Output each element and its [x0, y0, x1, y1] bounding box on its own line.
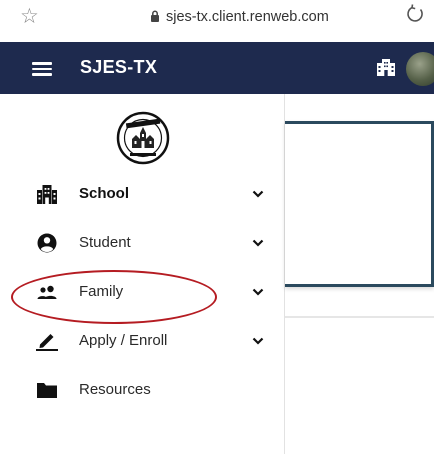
school-logo	[116, 111, 170, 165]
url-text: sjes-tx.client.renweb.com	[166, 9, 329, 25]
school-building-icon[interactable]	[376, 58, 396, 76]
browser-url-bar: ☆ sjes-tx.client.renweb.com	[0, 0, 434, 33]
chevron-down-icon[interactable]	[252, 288, 264, 296]
content-card	[285, 121, 434, 287]
hamburger-menu-icon[interactable]	[32, 62, 52, 76]
app-header: SJES-TX	[0, 42, 434, 94]
sidebar-item-label: Apply / Enroll	[79, 332, 168, 349]
main-content	[285, 94, 434, 454]
user-avatar[interactable]	[406, 52, 434, 86]
sidebar-item-label: Student	[79, 234, 131, 251]
user-circle-icon	[37, 233, 57, 253]
chevron-down-icon[interactable]	[252, 239, 264, 247]
sidebar-item-label: School	[79, 185, 130, 202]
sidebar-item-label: Resources	[79, 381, 151, 398]
folder-icon	[37, 383, 57, 398]
sidebar-item-apply-enroll[interactable]: Apply / Enroll	[0, 323, 285, 359]
school-building-icon	[37, 185, 57, 204]
sidebar-item-resources[interactable]: Resources	[0, 372, 285, 408]
chevron-down-icon[interactable]	[252, 190, 264, 198]
reload-icon[interactable]	[404, 3, 426, 25]
star-icon[interactable]: ☆	[20, 4, 39, 28]
chevron-down-icon[interactable]	[252, 337, 264, 345]
sidebar-item-student[interactable]: Student	[0, 225, 285, 261]
pen-icon	[36, 334, 58, 351]
highlight-annotation	[11, 270, 217, 324]
app-title: SJES-TX	[80, 57, 158, 77]
address-field[interactable]: sjes-tx.client.renweb.com	[150, 8, 329, 26]
content-divider	[285, 316, 434, 318]
sidebar-item-school[interactable]: School	[0, 176, 285, 212]
lock-icon	[151, 10, 159, 22]
